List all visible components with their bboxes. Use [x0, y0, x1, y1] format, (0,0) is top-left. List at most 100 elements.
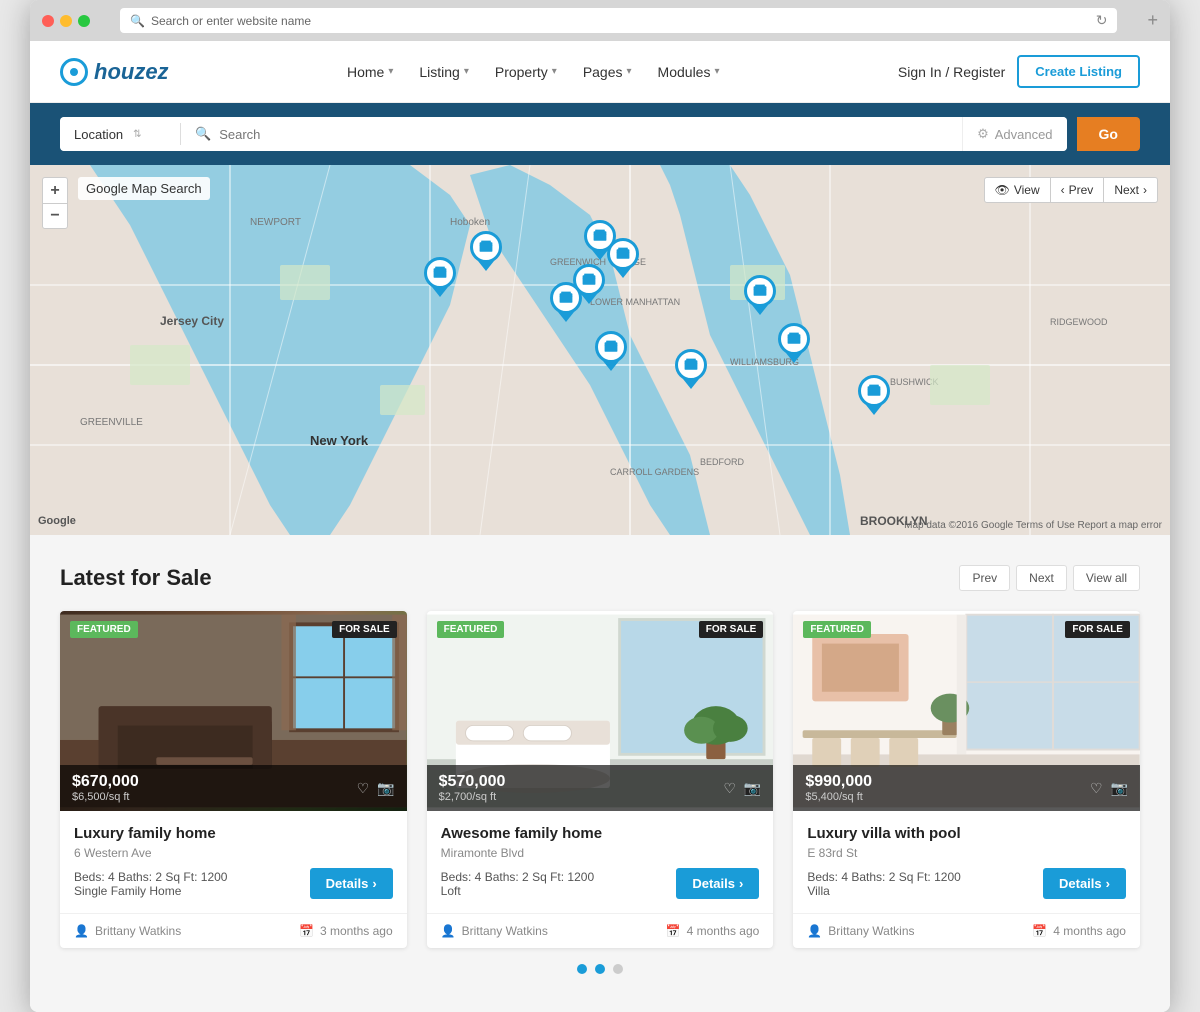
map-pin-2[interactable]: [470, 231, 502, 269]
browser-url-bar[interactable]: 🔍 Search or enter website name ↻: [120, 8, 1117, 33]
listing-type-3: Villa: [807, 884, 960, 898]
map-pin-10[interactable]: [778, 323, 810, 361]
heart-icon[interactable]: ♡: [1090, 780, 1103, 797]
sale-badge-1: FOR SALE: [332, 621, 397, 638]
listing-card-3: FEATURED FOR SALE $990,000 $5,400/sq ft …: [793, 611, 1140, 948]
create-listing-button[interactable]: Create Listing: [1017, 55, 1140, 88]
map-pin-8[interactable]: [675, 349, 707, 387]
advanced-label: Advanced: [995, 127, 1053, 142]
details-button-3[interactable]: Details ›: [1043, 868, 1126, 899]
nav-item-home[interactable]: Home ▾: [337, 58, 403, 86]
price-3: $990,000: [805, 773, 872, 791]
price-actions-1: ♡ 📷: [357, 780, 395, 797]
details-button-1[interactable]: Details ›: [310, 868, 393, 899]
listing-title-3: Luxury villa with pool: [807, 825, 1126, 842]
heart-icon[interactable]: ♡: [357, 780, 370, 797]
price-per-1: $6,500/sq ft: [72, 791, 139, 803]
listing-type-1: Single Family Home: [74, 884, 227, 898]
listing-specs-1: Beds: 4 Baths: 2 Sq Ft: 1200: [74, 870, 227, 884]
time-info-2: 📅 4 months ago: [666, 924, 760, 938]
map-pin-9[interactable]: [858, 375, 890, 413]
listing-footer-2: 👤 Brittany Watkins 📅 4 months ago: [427, 913, 774, 948]
time-info-1: 📅 3 months ago: [299, 924, 393, 938]
camera-icon[interactable]: 📷: [377, 780, 394, 797]
next-icon: ›: [1143, 183, 1147, 197]
pagination-dot-3[interactable]: [613, 964, 623, 974]
listings-view-all-button[interactable]: View all: [1073, 565, 1140, 591]
camera-icon[interactable]: 📷: [1111, 780, 1128, 797]
browser-chrome: 🔍 Search or enter website name ↻ +: [30, 0, 1170, 41]
map-prev-button[interactable]: ‹ Prev: [1051, 177, 1105, 203]
sale-badge-3: FOR SALE: [1065, 621, 1130, 638]
search-form: Location ⇅ 🔍 ⚙ Advanced: [60, 117, 1067, 151]
listing-address-3: E 83rd St: [807, 846, 1126, 860]
map-view-button[interactable]: 👁 View: [984, 177, 1051, 203]
header-actions: Sign In / Register Create Listing: [898, 55, 1140, 88]
listing-card-1: FEATURED FOR SALE $670,000 $6,500/sq ft …: [60, 611, 407, 948]
pagination-dot-1[interactable]: [577, 964, 587, 974]
person-icon: 👤: [807, 924, 822, 938]
location-select[interactable]: Location ⇅: [60, 117, 180, 151]
listing-details-row-3: Beds: 4 Baths: 2 Sq Ft: 1200 Villa Detai…: [807, 868, 1126, 899]
map-pin-6[interactable]: [550, 282, 582, 320]
pagination-dot-2[interactable]: [595, 964, 605, 974]
map-zoom-out-button[interactable]: −: [42, 203, 68, 229]
details-button-2[interactable]: Details ›: [676, 868, 759, 899]
calendar-icon: 📅: [299, 924, 314, 938]
map-pin-11[interactable]: [744, 275, 776, 313]
listing-footer-1: 👤 Brittany Watkins 📅 3 months ago: [60, 913, 407, 948]
map-pin-1[interactable]: [424, 257, 456, 295]
price-1: $670,000: [72, 773, 139, 791]
listings-prev-button[interactable]: Prev: [959, 565, 1010, 591]
refresh-icon[interactable]: ↻: [1096, 12, 1108, 29]
listings-grid: FEATURED FOR SALE $670,000 $6,500/sq ft …: [60, 611, 1140, 948]
nav-item-modules[interactable]: Modules ▾: [648, 58, 730, 86]
price-2: $570,000: [439, 773, 506, 791]
listings-header: Latest for Sale Prev Next View all: [60, 565, 1140, 591]
chevron-down-icon: ▾: [388, 66, 393, 77]
sale-badge-2: FOR SALE: [699, 621, 764, 638]
listings-next-button[interactable]: Next: [1016, 565, 1067, 591]
listing-details-row-1: Beds: 4 Baths: 2 Sq Ft: 1200 Single Fami…: [74, 868, 393, 899]
search-input[interactable]: [219, 127, 948, 142]
person-icon: 👤: [74, 924, 89, 938]
arrow-right-icon: ›: [1106, 876, 1110, 891]
map-next-button[interactable]: Next ›: [1104, 177, 1158, 203]
maximize-dot[interactable]: [78, 15, 90, 27]
new-tab-icon[interactable]: +: [1147, 10, 1158, 31]
map-zoom-in-button[interactable]: +: [42, 177, 68, 203]
chevron-down-icon: ▾: [552, 66, 557, 77]
go-button[interactable]: Go: [1077, 117, 1140, 151]
agent-info-2: 👤 Brittany Watkins: [441, 924, 548, 938]
listing-footer-3: 👤 Brittany Watkins 📅 4 months ago: [793, 913, 1140, 948]
featured-badge-3: FEATURED: [803, 621, 871, 638]
arrow-right-icon: ›: [739, 876, 743, 891]
advanced-wrap[interactable]: ⚙ Advanced: [962, 117, 1066, 151]
agent-name-2: Brittany Watkins: [462, 924, 548, 938]
logo[interactable]: houzez: [60, 58, 169, 86]
sign-in-link[interactable]: Sign In / Register: [898, 64, 1005, 80]
listing-title-1: Luxury family home: [74, 825, 393, 842]
listing-body-2: Awesome family home Miramonte Blvd Beds:…: [427, 811, 774, 913]
calendar-icon: 📅: [1032, 924, 1047, 938]
agent-info-1: 👤 Brittany Watkins: [74, 924, 181, 938]
pagination-dots: [60, 948, 1140, 982]
minimize-dot[interactable]: [60, 15, 72, 27]
featured-badge-2: FEATURED: [437, 621, 505, 638]
map-pin-4[interactable]: [607, 238, 639, 276]
map-pin-7[interactable]: [595, 331, 627, 369]
person-icon: 👤: [441, 924, 456, 938]
listings-title: Latest for Sale: [60, 565, 212, 591]
listings-nav: Prev Next View all: [959, 565, 1140, 591]
google-logo: Google: [38, 515, 76, 527]
svg-text:GREENVILLE: GREENVILLE: [80, 417, 143, 428]
time-ago-1: 3 months ago: [320, 924, 393, 938]
camera-icon[interactable]: 📷: [744, 780, 761, 797]
nav-item-listing[interactable]: Listing ▾: [409, 58, 479, 86]
close-dot[interactable]: [42, 15, 54, 27]
nav-item-pages[interactable]: Pages ▾: [573, 58, 642, 86]
time-ago-3: 4 months ago: [1053, 924, 1126, 938]
nav-item-property[interactable]: Property ▾: [485, 58, 567, 86]
search-bar: Location ⇅ 🔍 ⚙ Advanced Go: [30, 103, 1170, 165]
heart-icon[interactable]: ♡: [723, 780, 736, 797]
